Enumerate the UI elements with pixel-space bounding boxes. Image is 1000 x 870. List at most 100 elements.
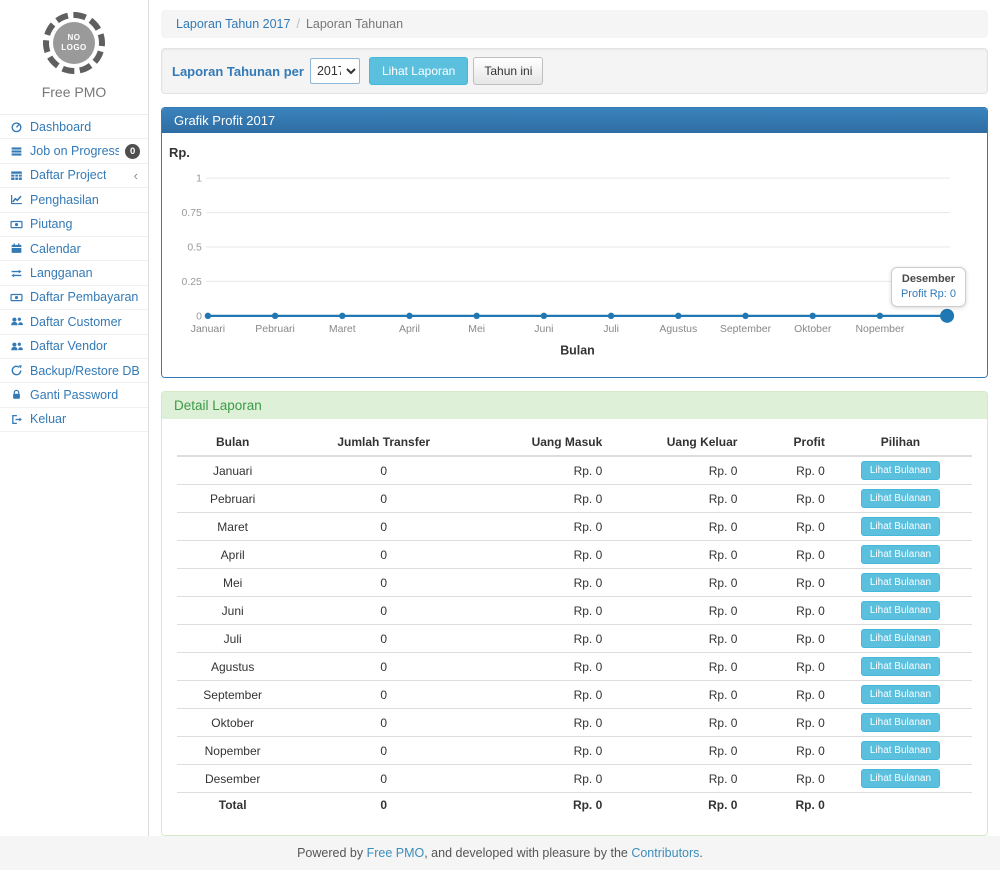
y-tick-label: 1 [196,174,202,185]
table-total-row: Total0Rp. 0Rp. 0Rp. 0 [177,793,972,818]
view-monthly-button-april[interactable]: Lihat Bulanan [861,545,940,564]
sidebar-item-label: Daftar Vendor [30,339,107,353]
col-header-uang-keluar: Uang Keluar [606,429,741,456]
table-row-pebruari: Pebruari0Rp. 0Rp. 0Rp. 0Lihat Bulanan [177,485,972,513]
data-point-agustus[interactable] [675,313,681,319]
sidebar-item-daftar-customer[interactable]: Daftar Customer [0,310,148,334]
calendar-icon [9,242,24,255]
x-tick-label: Nopember [855,324,904,335]
view-monthly-button-desember[interactable]: Lihat Bulanan [861,769,940,788]
footer-link-free-pmo[interactable]: Free PMO [367,846,425,860]
detail-report-table: Bulan Jumlah Transfer Uang Masuk Uang Ke… [177,429,972,817]
year-select[interactable]: 2017 [310,58,360,84]
table-row-januari: Januari0Rp. 0Rp. 0Rp. 0Lihat Bulanan [177,456,972,485]
sidebar-item-ganti-password[interactable]: Ganti Password [0,383,148,407]
data-point-januari[interactable] [205,313,211,319]
profit-chart-title: Grafik Profit 2017 [162,108,987,133]
y-tick-label: 0.25 [182,277,203,288]
cell-profit: Rp. 0 [741,569,828,597]
data-point-mei[interactable] [473,313,479,319]
table-icon [9,169,24,182]
data-point-oktober[interactable] [810,313,816,319]
view-monthly-button-pebruari[interactable]: Lihat Bulanan [861,489,940,508]
brand-name: Free PMO [0,84,148,100]
cell-uang-masuk: Rp. 0 [479,653,606,681]
view-monthly-button-maret[interactable]: Lihat Bulanan [861,517,940,536]
cell-uang-masuk: Rp. 0 [479,456,606,485]
table-row-nopember: Nopember0Rp. 0Rp. 0Rp. 0Lihat Bulanan [177,737,972,765]
sidebar-item-piutang[interactable]: Piutang [0,213,148,237]
view-monthly-button-januari[interactable]: Lihat Bulanan [861,461,940,480]
x-tick-label: Juni [534,324,553,335]
cell-profit: Rp. 0 [741,625,828,653]
data-point-nopember[interactable] [877,313,883,319]
y-tick-label: 0.75 [182,208,203,219]
profit-chart-svg: Rp.10.750.50.250JanuariPebruariMaretApri… [162,133,987,377]
view-monthly-button-september[interactable]: Lihat Bulanan [861,685,940,704]
cell-profit: Rp. 0 [741,737,828,765]
cell-uang-keluar: Rp. 0 [606,709,741,737]
cell-uang-keluar: Rp. 0 [606,485,741,513]
footer-text: Powered by Free PMO, and developed with … [297,846,703,860]
cell-pilihan: Lihat Bulanan [829,709,972,737]
sidebar-item-dashboard[interactable]: Dashboard [0,115,148,139]
cell-pilihan: Lihat Bulanan [829,569,972,597]
cell-profit: Rp. 0 [741,485,828,513]
sidebar-item-label: Backup/Restore DB [30,364,140,378]
view-report-button[interactable]: Lihat Laporan [369,57,468,85]
refresh-icon [9,364,24,377]
cell-profit: Rp. 0 [741,709,828,737]
sidebar-nav: DashboardJob on Progress0Daftar Project‹… [0,114,148,432]
data-point-april[interactable] [406,313,412,319]
y-axis-label: Rp. [169,145,190,160]
cell-profit: Rp. 0 [741,597,828,625]
cell-bulan: September [177,681,288,709]
cell-jumlah-transfer: 0 [288,765,479,793]
detail-report-title: Detail Laporan [162,392,987,419]
sidebar-item-label: Ganti Password [30,388,118,402]
view-monthly-button-mei[interactable]: Lihat Bulanan [861,573,940,592]
view-monthly-button-nopember[interactable]: Lihat Bulanan [861,741,940,760]
data-point-pebruari[interactable] [272,313,278,319]
sidebar-item-calendar[interactable]: Calendar [0,237,148,261]
sidebar-item-job-on-progress[interactable]: Job on Progress0 [0,139,148,163]
chart-tooltip-value: Profit Rp: 0 [901,288,956,300]
breadcrumb-link-laporan-tahun[interactable]: Laporan Tahun 2017 [176,17,290,31]
view-monthly-button-juli[interactable]: Lihat Bulanan [861,629,940,648]
data-point-juni[interactable] [541,313,547,319]
sidebar-item-label: Daftar Pembayaran [30,290,138,304]
sidebar-item-keluar[interactable]: Keluar [0,408,148,432]
cell-uang-keluar: Rp. 0 [606,737,741,765]
sidebar-item-backup-restore-db[interactable]: Backup/Restore DB [0,359,148,383]
cell-jumlah-transfer: 0 [288,569,479,597]
lock-icon [9,388,24,401]
cell-profit: Rp. 0 [741,765,828,793]
footer-link-contributors[interactable]: Contributors [631,846,699,860]
sidebar-item-daftar-pembayaran[interactable]: Daftar Pembayaran [0,286,148,310]
cell-pilihan: Lihat Bulanan [829,456,972,485]
this-year-button[interactable]: Tahun ini [473,57,543,85]
cell-jumlah-transfer: 0 [288,597,479,625]
data-point-september[interactable] [742,313,748,319]
sidebar-item-penghasilan[interactable]: Penghasilan [0,188,148,212]
col-header-uang-masuk: Uang Masuk [479,429,606,456]
sidebar-item-langganan[interactable]: Langganan [0,261,148,285]
data-point-maret[interactable] [339,313,345,319]
data-point-desember[interactable] [940,309,954,323]
cell-uang-masuk: Rp. 0 [479,541,606,569]
table-row-juli: Juli0Rp. 0Rp. 0Rp. 0Lihat Bulanan [177,625,972,653]
sidebar-item-daftar-vendor[interactable]: Daftar Vendor [0,335,148,359]
cell-bulan: Desember [177,765,288,793]
sidebar-item-daftar-project[interactable]: Daftar Project‹ [0,164,148,188]
cell-jumlah-transfer: 0 [288,681,479,709]
view-monthly-button-agustus[interactable]: Lihat Bulanan [861,657,940,676]
view-monthly-button-juni[interactable]: Lihat Bulanan [861,601,940,620]
detail-report-panel: Detail Laporan Bulan Jumlah Transfer Uan… [161,391,988,836]
x-tick-label: Pebruari [255,324,295,335]
view-monthly-button-oktober[interactable]: Lihat Bulanan [861,713,940,732]
sidebar: NO LOGO Free PMO DashboardJob on Progres… [0,0,149,836]
breadcrumb-separator: / [296,17,299,31]
data-point-juli[interactable] [608,313,614,319]
line-chart-icon [9,193,24,206]
table-row-oktober: Oktober0Rp. 0Rp. 0Rp. 0Lihat Bulanan [177,709,972,737]
